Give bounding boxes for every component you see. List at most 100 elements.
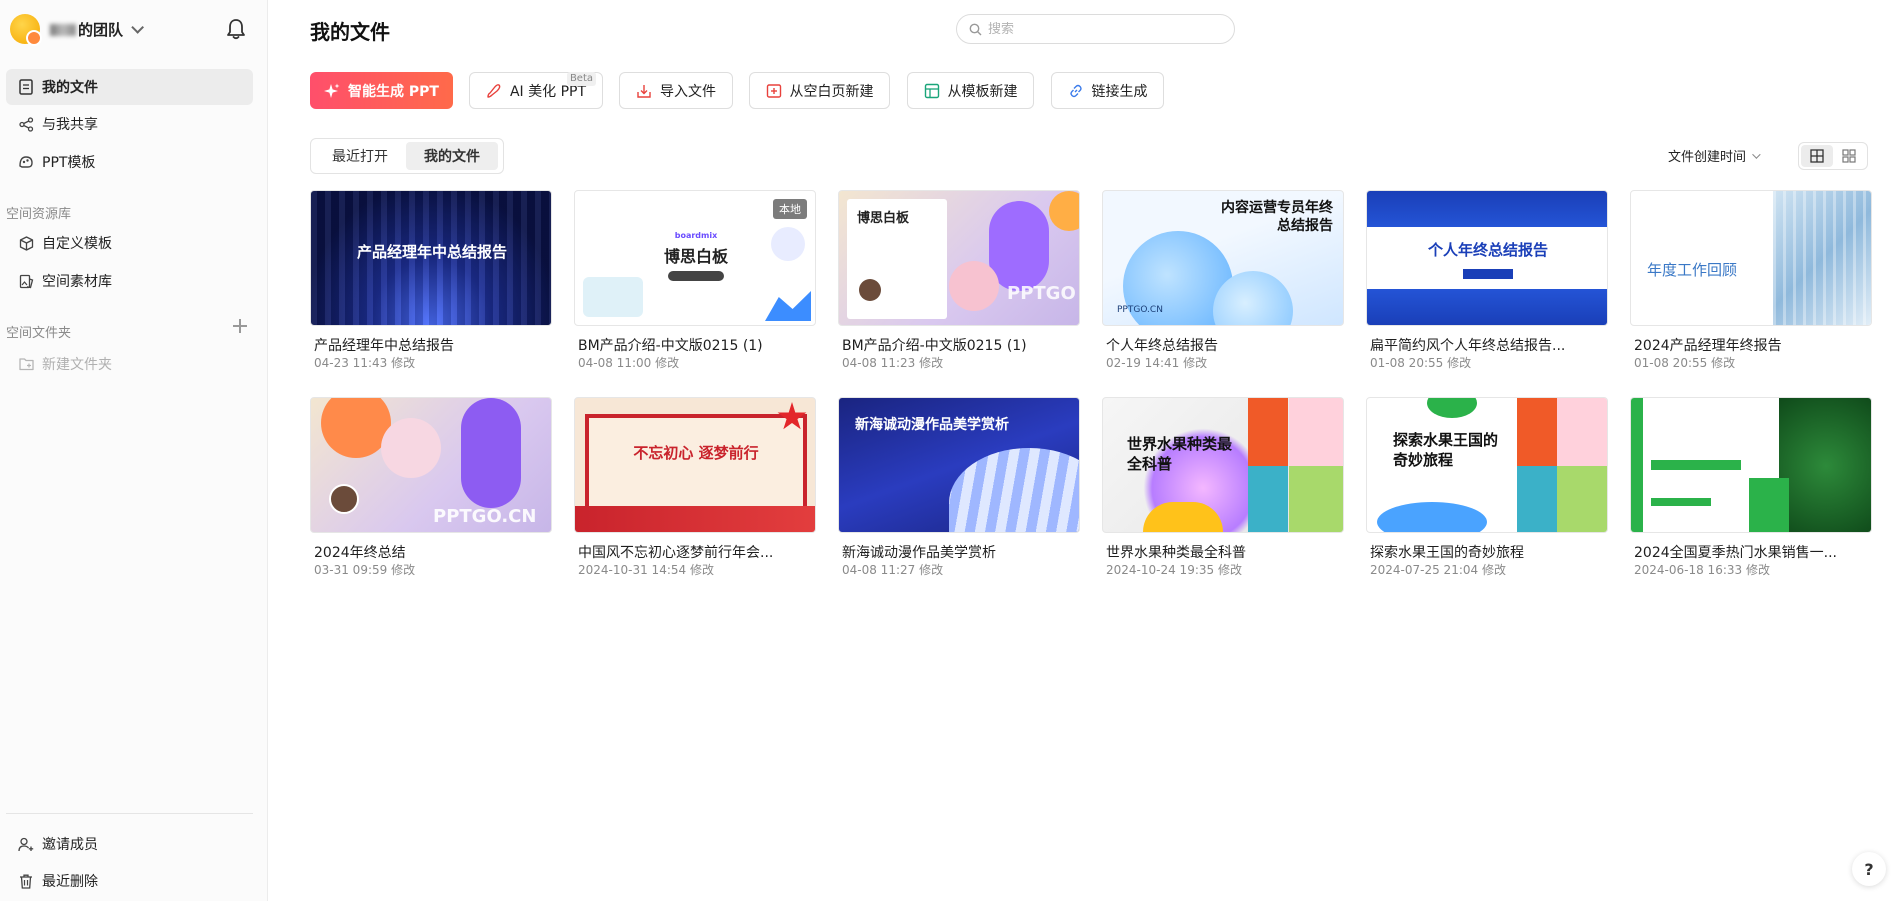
sidebar-item-invite[interactable]: 邀请成员	[6, 826, 253, 862]
new-blank-page-button[interactable]: 从空白页新建	[749, 72, 890, 109]
file-time: 01-08 20:55 修改	[1634, 356, 1736, 370]
thumbnail-title: 个人年终总结报告	[1427, 241, 1548, 259]
file-tabs: 最近打开 我的文件	[310, 138, 504, 174]
sidebar-item-my-files[interactable]: 我的文件	[6, 69, 253, 105]
team-name: 的团队	[50, 19, 123, 40]
sidebar-item-label: 邀请成员	[42, 837, 98, 853]
thumbnail-title: 年度工作回顾	[1647, 261, 1738, 279]
sidebar-item-ppt-template[interactable]: PPT模板	[6, 144, 253, 180]
file-name: 个人年终总结报告	[1106, 338, 1218, 354]
search-box[interactable]	[956, 14, 1235, 44]
file-time: 04-08 11:00 修改	[578, 356, 680, 370]
file-time: 2024-07-25 21:04 修改	[1370, 563, 1506, 577]
file-time: 04-08 11:27 修改	[842, 563, 944, 577]
file-thumbnail	[1630, 397, 1872, 533]
template-new-icon	[924, 83, 940, 99]
link-icon	[1068, 83, 1084, 99]
thumbnail-title: 内容运营专员年终总结报告	[1221, 200, 1333, 234]
thumbnail-watermark: PPTGO.CN	[433, 506, 537, 527]
sort-dropdown[interactable]: 文件创建时间	[1668, 146, 1761, 165]
local-badge: 本地	[773, 199, 807, 219]
team-avatar	[10, 14, 42, 46]
file-card[interactable]: 新海诚动漫作品美学赏析 新海诚动漫作品美学赏析 04-08 11:27 修改	[838, 397, 1080, 587]
file-icon	[18, 79, 34, 95]
page-title: 我的文件	[310, 20, 390, 44]
file-name: 扁平简约风个人年终总结报告...	[1370, 338, 1566, 354]
share-icon	[18, 116, 34, 132]
ai-generate-ppt-button[interactable]: 智能生成 PPT	[310, 72, 453, 109]
file-card[interactable]: 探索水果王国的奇妙旅程 探索水果王国的奇妙旅程 2024-07-25 21:04…	[1366, 397, 1608, 587]
file-time: 03-31 09:59 修改	[314, 563, 416, 577]
blank-page-icon	[766, 83, 782, 99]
file-card[interactable]: 个人年终总结报告 扁平简约风个人年终总结报告... 01-08 20:55 修改	[1366, 190, 1608, 380]
sidebar-item-new-folder[interactable]: 新建文件夹	[6, 346, 253, 382]
file-thumbnail: PPTGO.CN	[310, 397, 552, 533]
file-time: 02-19 14:41 修改	[1106, 356, 1208, 370]
sidebar-item-trash[interactable]: 最近删除	[6, 863, 253, 899]
sidebar-item-shared[interactable]: 与我共享	[6, 106, 253, 142]
file-thumbnail: 新海诚动漫作品美学赏析	[838, 397, 1080, 533]
file-name: 新海诚动漫作品美学赏析	[842, 545, 996, 561]
import-icon	[636, 83, 652, 99]
button-label: 从模板新建	[947, 83, 1018, 100]
library-section-label: 空间资源库	[6, 207, 72, 222]
help-button[interactable]: ?	[1852, 852, 1886, 886]
file-time: 04-23 11:43 修改	[314, 356, 416, 370]
sidebar: 的团队 我的文件 与我共享 PPT模板 空间资源库 自定义模板 空间素材库 空间…	[0, 0, 268, 901]
sidebar-item-custom-template[interactable]: 自定义模板	[6, 225, 253, 261]
thumbnail-watermark: PPTGO.CN	[1117, 305, 1163, 315]
file-thumbnail: 不忘初心 逐梦前行	[574, 397, 816, 533]
brush-icon	[486, 83, 502, 99]
large-grid-view-icon[interactable]	[1801, 145, 1833, 167]
team-switcher[interactable]: 的团队	[10, 13, 145, 46]
file-thumbnail: 世界水果种类最全科普	[1102, 397, 1344, 533]
link-generate-button[interactable]: 链接生成	[1051, 72, 1164, 109]
sidebar-item-label: PPT模板	[42, 155, 96, 171]
file-card[interactable]: 内容运营专员年终总结报告 PPTGO.CN 个人年终总结报告 02-19 14:…	[1102, 190, 1344, 380]
thumbnail-watermark: PPTGO	[1007, 283, 1076, 304]
file-card[interactable]: 产品经理年中总结报告 产品经理年中总结报告 04-23 11:43 修改	[310, 190, 552, 380]
template-icon	[18, 154, 34, 170]
sidebar-item-label: 与我共享	[42, 117, 98, 133]
file-card[interactable]: 世界水果种类最全科普 世界水果种类最全科普 2024-10-24 19:35 修…	[1102, 397, 1344, 587]
invite-user-icon	[18, 836, 34, 852]
sidebar-item-asset-library[interactable]: 空间素材库	[6, 263, 253, 299]
sidebar-item-label: 新建文件夹	[42, 357, 112, 373]
search-input[interactable]	[988, 21, 1208, 37]
thumbnail-title: 新海诚动漫作品美学赏析	[855, 417, 1009, 433]
tab-my-files[interactable]: 我的文件	[406, 142, 498, 170]
thumbnail-title: 产品经理年中总结报告	[356, 243, 507, 261]
import-file-button[interactable]: 导入文件	[619, 72, 733, 109]
file-thumbnail: 内容运营专员年终总结报告 PPTGO.CN	[1102, 190, 1344, 326]
file-card[interactable]: PPTGO.CN 2024年终总结 03-31 09:59 修改	[310, 397, 552, 587]
thumbnail-brand: boardmix	[674, 231, 718, 240]
file-card[interactable]: 年度工作回顾 2024产品经理年终报告 01-08 20:55 修改	[1630, 190, 1872, 380]
file-name: 探索水果王国的奇妙旅程	[1370, 545, 1524, 561]
file-name: BM产品介绍-中文版0215 (1)	[578, 338, 763, 354]
ai-beautify-ppt-button[interactable]: AI 美化 PPT Beta	[469, 72, 603, 109]
small-grid-view-icon[interactable]	[1833, 145, 1865, 167]
sidebar-divider	[6, 813, 253, 814]
beta-badge: Beta	[566, 72, 596, 86]
file-thumbnail: 探索水果王国的奇妙旅程	[1366, 397, 1608, 533]
file-name: 中国风不忘初心逐梦前行年会...	[578, 545, 774, 561]
file-name: 2024全国夏季热门水果销售一...	[1634, 545, 1837, 561]
folder-section-label: 空间文件夹	[6, 326, 72, 341]
file-card[interactable]: 2024全国夏季热门水果销售一... 2024-06-18 16:33 修改	[1630, 397, 1872, 587]
question-icon: ?	[1864, 859, 1874, 879]
bell-icon[interactable]	[226, 18, 246, 40]
button-label: 链接生成	[1091, 83, 1148, 100]
file-card[interactable]: 博思白板 PPTGO BM产品介绍-中文版0215 (1) 04-08 11:2…	[838, 190, 1080, 380]
new-from-template-button[interactable]: 从模板新建	[907, 72, 1034, 109]
tab-recent[interactable]: 最近打开	[314, 142, 406, 170]
cube-icon	[18, 235, 34, 251]
view-switch	[1798, 142, 1868, 170]
sparkle-icon	[324, 83, 340, 99]
add-folder-icon[interactable]	[232, 318, 248, 334]
file-card[interactable]: boardmix 博思白板 本地 BM产品介绍-中文版0215 (1) 04-0…	[574, 190, 816, 380]
file-time: 2024-10-24 19:35 修改	[1106, 563, 1242, 577]
file-name: 世界水果种类最全科普	[1106, 545, 1246, 561]
file-card[interactable]: 不忘初心 逐梦前行 中国风不忘初心逐梦前行年会... 2024-10-31 14…	[574, 397, 816, 587]
chevron-down-icon	[1752, 149, 1761, 159]
thumbnail-title: 不忘初心 逐梦前行	[633, 444, 759, 462]
